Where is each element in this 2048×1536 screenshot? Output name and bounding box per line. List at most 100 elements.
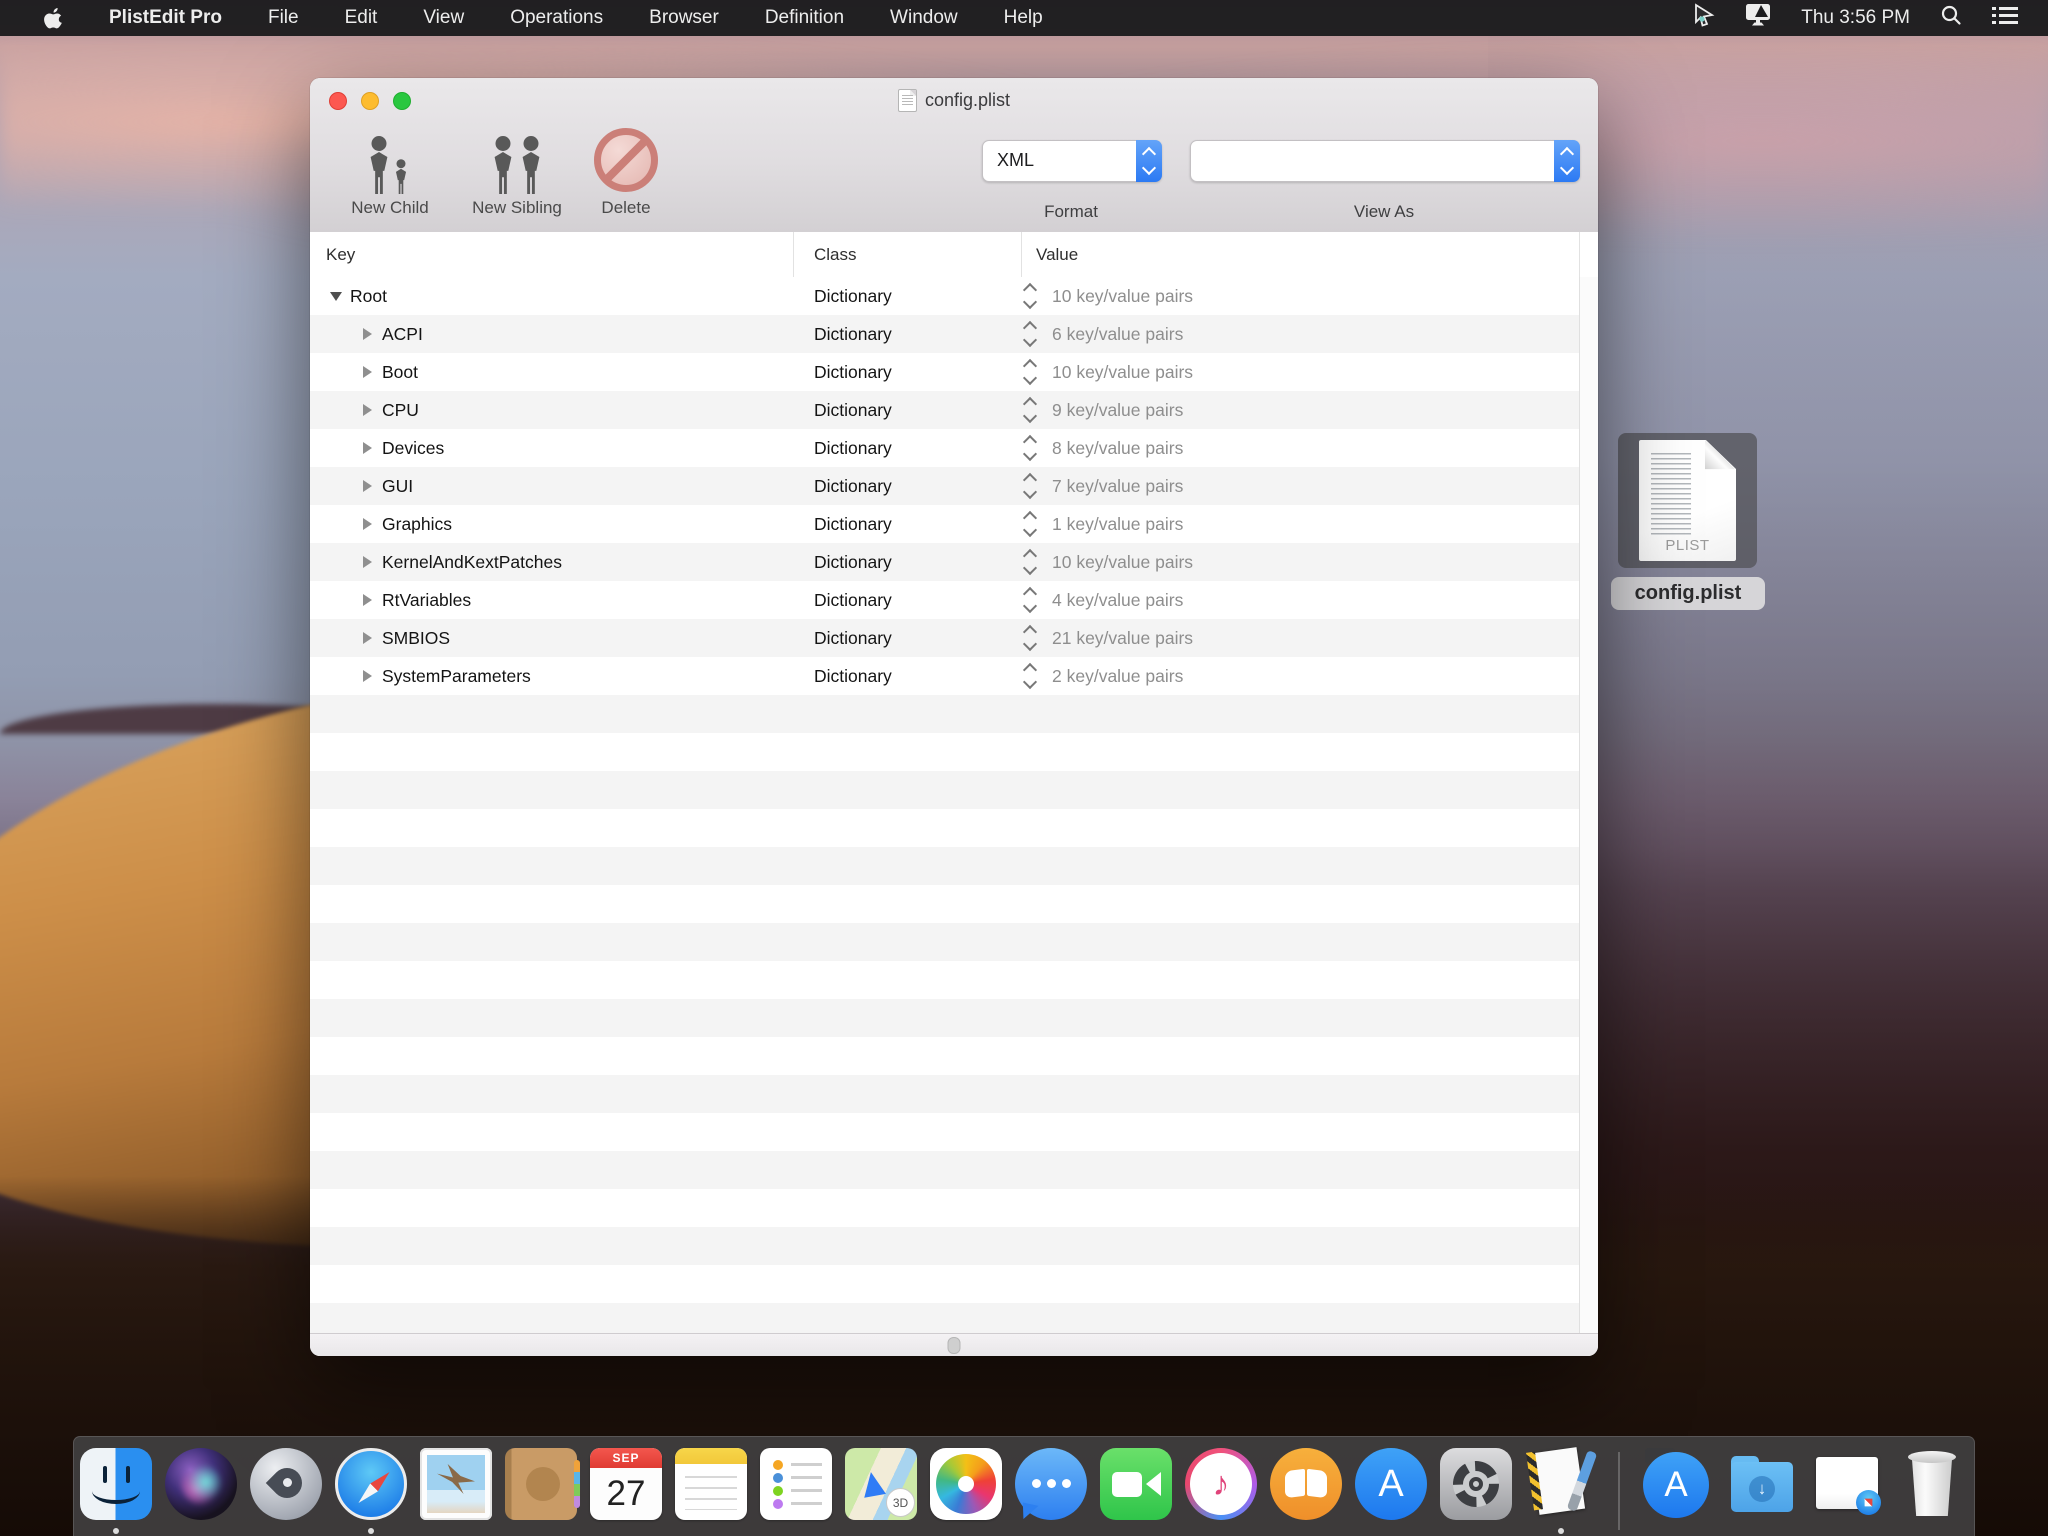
plistedit-pro-icon[interactable] — [1525, 1448, 1597, 1520]
table-row[interactable]: SMBIOSDictionary21 key/value pairs — [310, 619, 1580, 657]
row-class[interactable]: Dictionary — [814, 581, 892, 619]
dock-item-siri[interactable] — [165, 1448, 237, 1534]
vertical-scrollbar[interactable] — [1579, 277, 1598, 1334]
disclosure-triangle-icon[interactable] — [363, 556, 372, 568]
dock-item-reminders[interactable] — [760, 1448, 832, 1534]
dock-item-applications-folder[interactable]: A — [1641, 1448, 1713, 1534]
system-preferences-icon[interactable] — [1440, 1448, 1512, 1520]
calendar-icon[interactable]: SEP27 — [590, 1448, 662, 1520]
launchpad-icon[interactable] — [250, 1448, 322, 1520]
column-header-class[interactable]: Class — [814, 232, 857, 277]
dock-item-safari[interactable] — [335, 1448, 407, 1534]
apple-menu-icon[interactable] — [44, 7, 63, 29]
dock-item-messages[interactable] — [1015, 1448, 1087, 1534]
menu-window[interactable]: Window — [890, 7, 958, 29]
delete-button[interactable]: Delete — [584, 128, 668, 218]
table-row[interactable]: DevicesDictionary8 key/value pairs — [310, 429, 1580, 467]
desktop-file-config-plist[interactable]: PLIST — [1618, 433, 1757, 568]
table-row[interactable]: SystemParametersDictionary2 key/value pa… — [310, 657, 1580, 695]
table-row[interactable]: GraphicsDictionary1 key/value pairs — [310, 505, 1580, 543]
menu-edit[interactable]: Edit — [345, 7, 378, 29]
dock-item-plistedit-pro[interactable] — [1525, 1448, 1597, 1534]
document-proxy-icon[interactable] — [898, 89, 917, 112]
row-class[interactable]: Dictionary — [814, 543, 892, 581]
disclosure-triangle-icon[interactable] — [363, 594, 372, 606]
photos-icon[interactable] — [930, 1448, 1002, 1520]
notification-list-icon[interactable] — [1992, 5, 2018, 31]
dock-item-notes[interactable] — [675, 1448, 747, 1534]
row-class[interactable]: Dictionary — [814, 353, 892, 391]
disclosure-triangle-icon[interactable] — [363, 328, 372, 340]
row-class[interactable]: Dictionary — [814, 657, 892, 695]
mail-icon[interactable] — [420, 1448, 492, 1520]
table-row[interactable]: RootDictionary10 key/value pairs — [310, 277, 1580, 315]
dock-item-ibooks[interactable] — [1270, 1448, 1342, 1534]
contacts-icon[interactable] — [505, 1448, 577, 1520]
disclosure-triangle-icon[interactable] — [363, 404, 372, 416]
ibooks-icon[interactable] — [1270, 1448, 1342, 1520]
value-stepper-icon[interactable] — [1024, 513, 1038, 535]
app-store-icon[interactable]: A — [1355, 1448, 1427, 1520]
applications-folder-icon[interactable]: A — [1641, 1448, 1713, 1520]
notes-icon[interactable] — [675, 1448, 747, 1520]
downloads-folder-icon[interactable]: ↓ — [1726, 1448, 1798, 1520]
disclosure-triangle-icon[interactable] — [363, 518, 372, 530]
table-row[interactable]: RtVariablesDictionary4 key/value pairs — [310, 581, 1580, 619]
menu-file[interactable]: File — [268, 7, 299, 29]
disclosure-triangle-icon[interactable] — [363, 480, 372, 492]
spotlight-icon[interactable] — [1940, 4, 1962, 32]
value-stepper-icon[interactable] — [1024, 627, 1038, 649]
dock-item-finder[interactable] — [80, 1448, 152, 1534]
row-class[interactable]: Dictionary — [814, 315, 892, 353]
dock-item-launchpad[interactable] — [250, 1448, 322, 1534]
menu-browser[interactable]: Browser — [649, 7, 719, 29]
menu-view[interactable]: View — [423, 7, 464, 29]
table-row[interactable]: CPUDictionary9 key/value pairs — [310, 391, 1580, 429]
menu-definition[interactable]: Definition — [765, 7, 844, 29]
dock-item-downloads-folder[interactable]: ↓ — [1726, 1448, 1798, 1534]
row-class[interactable]: Dictionary — [814, 391, 892, 429]
dock-item-app-store[interactable]: A — [1355, 1448, 1427, 1534]
siri-icon[interactable] — [165, 1448, 237, 1520]
scroll-handle[interactable] — [948, 1337, 961, 1354]
column-header-key[interactable]: Key — [326, 232, 355, 277]
dock-item-trash[interactable] — [1896, 1448, 1968, 1534]
dock-item-itunes[interactable]: ♪ — [1185, 1448, 1257, 1534]
value-stepper-icon[interactable] — [1024, 285, 1038, 307]
disclosure-triangle-icon[interactable] — [363, 366, 372, 378]
row-class[interactable]: Dictionary — [814, 429, 892, 467]
row-class[interactable]: Dictionary — [814, 619, 892, 657]
finder-icon[interactable] — [80, 1448, 152, 1520]
value-stepper-icon[interactable] — [1024, 665, 1038, 687]
value-stepper-icon[interactable] — [1024, 323, 1038, 345]
itunes-icon[interactable]: ♪ — [1185, 1448, 1257, 1520]
disclosure-triangle-expanded-icon[interactable] — [330, 292, 342, 301]
dock-item-contacts[interactable] — [505, 1448, 577, 1534]
table-row[interactable]: ACPIDictionary6 key/value pairs — [310, 315, 1580, 353]
dock-item-photos[interactable] — [930, 1448, 1002, 1534]
column-header-value[interactable]: Value — [1036, 232, 1078, 277]
trash-icon[interactable] — [1896, 1448, 1968, 1520]
display-icon[interactable] — [1745, 3, 1771, 33]
minimized-window-icon[interactable] — [1811, 1448, 1883, 1520]
messages-icon[interactable] — [1015, 1448, 1087, 1520]
table-row[interactable]: KernelAndKextPatchesDictionary10 key/val… — [310, 543, 1580, 581]
desktop-file-label[interactable]: config.plist — [1611, 577, 1765, 610]
table-row[interactable]: GUIDictionary7 key/value pairs — [310, 467, 1580, 505]
maps-icon[interactable]: 3D — [845, 1448, 917, 1520]
column-divider[interactable] — [793, 232, 794, 277]
dock-item-maps[interactable]: 3D — [845, 1448, 917, 1534]
menu-app-name[interactable]: PlistEdit Pro — [109, 7, 222, 29]
value-stepper-icon[interactable] — [1024, 437, 1038, 459]
dock-item-facetime[interactable] — [1100, 1448, 1172, 1534]
view-as-popup[interactable] — [1190, 140, 1580, 182]
facetime-icon[interactable] — [1100, 1448, 1172, 1520]
horizontal-scrollbar[interactable] — [310, 1333, 1598, 1356]
dock-item-minimized-window[interactable] — [1811, 1448, 1883, 1534]
row-class[interactable]: Dictionary — [814, 277, 892, 315]
row-class[interactable]: Dictionary — [814, 505, 892, 543]
value-stepper-icon[interactable] — [1024, 361, 1038, 383]
disclosure-triangle-icon[interactable] — [363, 670, 372, 682]
value-stepper-icon[interactable] — [1024, 475, 1038, 497]
menu-clock[interactable]: Thu 3:56 PM — [1801, 7, 1910, 29]
